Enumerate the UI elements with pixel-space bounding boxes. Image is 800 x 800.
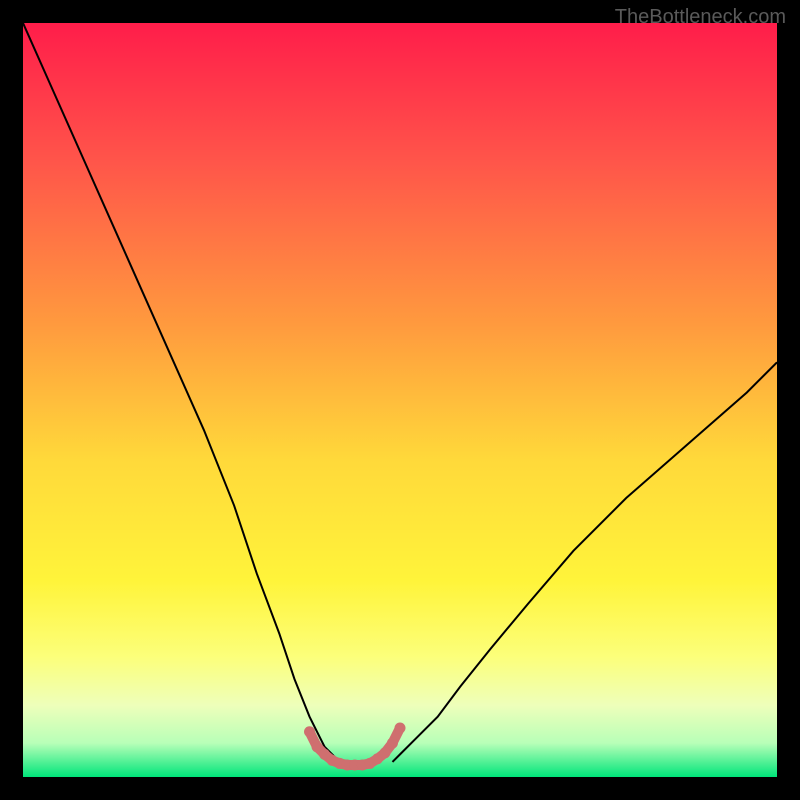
chart-background [23,23,777,777]
watermark-text: TheBottleneck.com [615,6,786,29]
plot-area [23,23,777,777]
